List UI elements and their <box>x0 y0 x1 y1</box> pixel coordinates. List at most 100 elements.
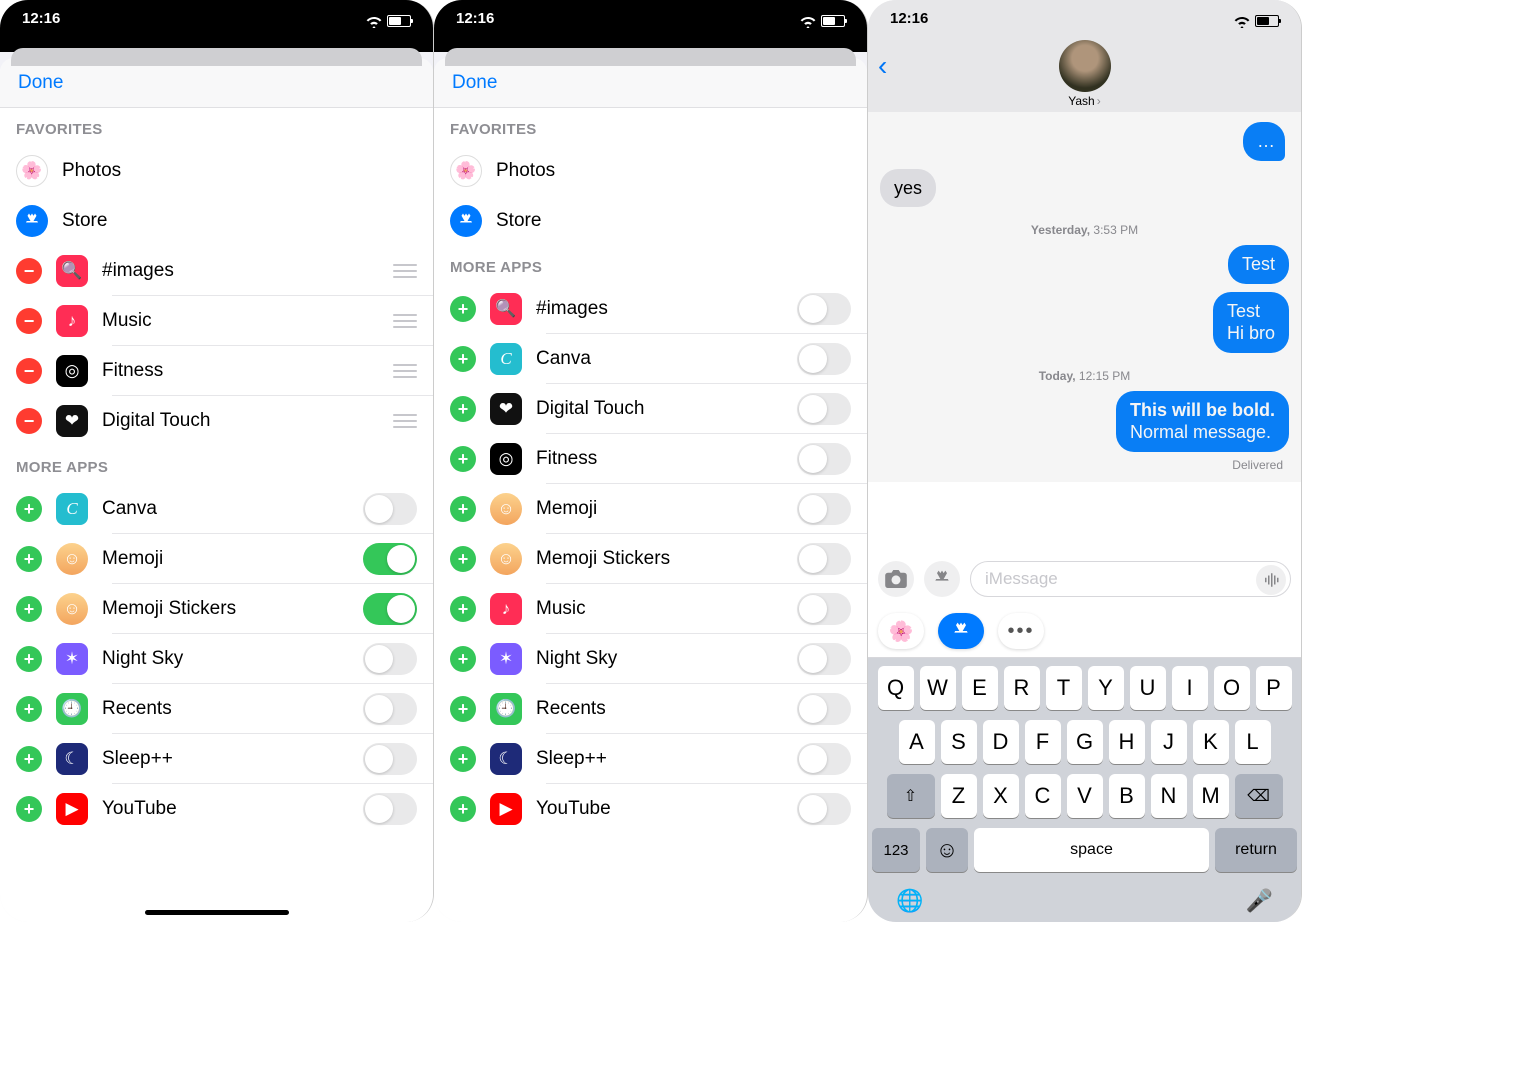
key-c[interactable]: C <box>1025 774 1061 818</box>
store-app[interactable] <box>938 613 984 649</box>
add-button[interactable]: + <box>16 746 42 772</box>
add-button[interactable]: + <box>450 546 476 572</box>
message-in[interactable]: yes <box>880 169 936 208</box>
app-toggle[interactable] <box>797 543 851 575</box>
key-y[interactable]: Y <box>1088 666 1124 710</box>
add-button[interactable]: + <box>16 646 42 672</box>
more-app-row-sleep[interactable]: + ☾ Sleep++ <box>0 734 433 784</box>
favorite-row-digital-touch[interactable]: − ❤ Digital Touch <box>0 396 433 446</box>
return-key[interactable]: return <box>1215 828 1297 872</box>
add-button[interactable]: + <box>450 296 476 322</box>
message-out[interactable]: Test Hi bro <box>1213 292 1289 353</box>
remove-button[interactable]: − <box>16 358 42 384</box>
more-app-row-memoji-stickers[interactable]: + ☺ Memoji Stickers <box>0 584 433 634</box>
key-f[interactable]: F <box>1025 720 1061 764</box>
app-toggle[interactable] <box>797 793 851 825</box>
key-p[interactable]: P <box>1256 666 1292 710</box>
app-toggle[interactable] <box>797 343 851 375</box>
more-app-row[interactable]: + ◎ Fitness <box>434 434 867 484</box>
app-toggle[interactable] <box>363 643 417 675</box>
remove-button[interactable]: − <box>16 408 42 434</box>
add-button[interactable]: + <box>450 746 476 772</box>
done-button[interactable]: Done <box>452 72 497 93</box>
emoji-key[interactable]: ☺ <box>926 828 968 872</box>
app-toggle[interactable] <box>797 593 851 625</box>
key-r[interactable]: R <box>1004 666 1040 710</box>
key-a[interactable]: A <box>899 720 935 764</box>
contact-avatar[interactable] <box>1059 40 1111 92</box>
app-strip[interactable]: 🌸 ••• <box>868 605 1301 658</box>
more-apps[interactable]: ••• <box>998 613 1044 649</box>
key-u[interactable]: U <box>1130 666 1166 710</box>
more-app-row[interactable]: + ♪ Music <box>434 584 867 634</box>
contact-name[interactable]: Yash › <box>1068 94 1100 108</box>
favorite-row-photos[interactable]: 🌸 Photos <box>0 146 433 196</box>
key-h[interactable]: H <box>1109 720 1145 764</box>
shift-key[interactable]: ⇧ <box>887 774 935 818</box>
more-app-row[interactable]: + ❤ Digital Touch <box>434 384 867 434</box>
done-button[interactable]: Done <box>18 72 63 93</box>
add-button[interactable]: + <box>16 496 42 522</box>
add-button[interactable]: + <box>450 446 476 472</box>
add-button[interactable]: + <box>450 396 476 422</box>
add-button[interactable]: + <box>450 646 476 672</box>
key-l[interactable]: L <box>1235 720 1271 764</box>
add-button[interactable]: + <box>450 696 476 722</box>
key-d[interactable]: D <box>983 720 1019 764</box>
key-g[interactable]: G <box>1067 720 1103 764</box>
add-button[interactable]: + <box>16 696 42 722</box>
more-app-row-youtube[interactable]: + ▶ YouTube <box>0 784 433 834</box>
add-button[interactable]: + <box>16 596 42 622</box>
app-toggle[interactable] <box>363 543 417 575</box>
key-o[interactable]: O <box>1214 666 1250 710</box>
remove-button[interactable]: − <box>16 258 42 284</box>
drag-handle-icon[interactable] <box>393 264 417 278</box>
audio-message-button[interactable] <box>1256 565 1286 595</box>
key-z[interactable]: Z <box>941 774 977 818</box>
app-toggle[interactable] <box>363 793 417 825</box>
key-q[interactable]: Q <box>878 666 914 710</box>
key-s[interactable]: S <box>941 720 977 764</box>
globe-key[interactable]: 🌐 <box>896 888 923 914</box>
backspace-key[interactable]: ⌫ <box>1235 774 1283 818</box>
more-app-row[interactable]: + ✶ Night Sky <box>434 634 867 684</box>
app-toggle[interactable] <box>797 643 851 675</box>
drag-handle-icon[interactable] <box>393 414 417 428</box>
camera-button[interactable] <box>878 561 914 597</box>
photos-app[interactable]: 🌸 <box>878 613 924 649</box>
key-i[interactable]: I <box>1172 666 1208 710</box>
keyboard[interactable]: QWERTYUIOP ASDFGHJKL ⇧ ZXCVBNM ⌫ 123 ☺ s… <box>868 658 1301 922</box>
drag-handle-icon[interactable] <box>393 314 417 328</box>
app-toggle[interactable] <box>797 293 851 325</box>
message-out[interactable]: Test <box>1228 245 1289 284</box>
more-app-row-night-sky[interactable]: + ✶ Night Sky <box>0 634 433 684</box>
more-app-row[interactable]: + C Canva <box>434 334 867 384</box>
more-app-row-recents[interactable]: + 🕘 Recents <box>0 684 433 734</box>
favorite-row-store[interactable]: Store <box>0 196 433 246</box>
more-app-row[interactable]: + ▶ YouTube <box>434 784 867 834</box>
more-app-row[interactable]: + ☾ Sleep++ <box>434 734 867 784</box>
more-app-row[interactable]: + 🕘 Recents <box>434 684 867 734</box>
app-toggle[interactable] <box>797 443 851 475</box>
more-app-row[interactable]: + ☺ Memoji <box>434 484 867 534</box>
app-toggle[interactable] <box>363 493 417 525</box>
key-v[interactable]: V <box>1067 774 1103 818</box>
key-t[interactable]: T <box>1046 666 1082 710</box>
add-button[interactable]: + <box>450 346 476 372</box>
dictation-key[interactable]: 🎤 <box>1246 888 1273 914</box>
more-app-row[interactable]: + 🔍 #images <box>434 284 867 334</box>
key-j[interactable]: J <box>1151 720 1187 764</box>
more-app-row-memoji[interactable]: + ☺ Memoji <box>0 534 433 584</box>
favorite-row-music[interactable]: − ♪ Music <box>0 296 433 346</box>
message-input[interactable]: iMessage <box>970 561 1291 597</box>
key-e[interactable]: E <box>962 666 998 710</box>
add-button[interactable]: + <box>450 496 476 522</box>
app-toggle[interactable] <box>363 743 417 775</box>
remove-button[interactable]: − <box>16 308 42 334</box>
more-app-row[interactable]: + ☺ Memoji Stickers <box>434 534 867 584</box>
space-key[interactable]: space <box>974 828 1209 872</box>
add-button[interactable]: + <box>450 596 476 622</box>
add-button[interactable]: + <box>450 796 476 822</box>
key-w[interactable]: W <box>920 666 956 710</box>
home-indicator[interactable] <box>145 910 289 915</box>
